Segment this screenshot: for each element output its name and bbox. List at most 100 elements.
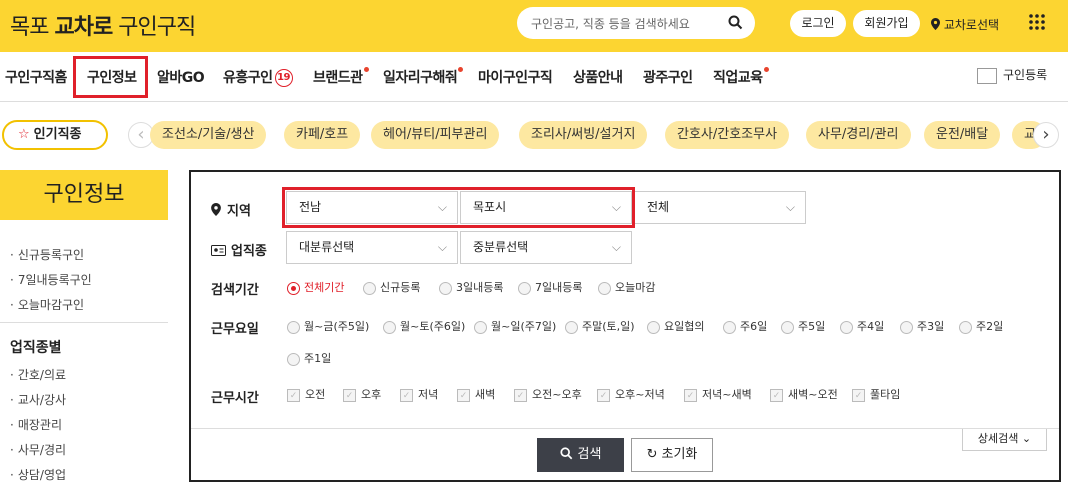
- nav-alba-go[interactable]: 알바GO: [157, 67, 205, 87]
- workday-radio[interactable]: 주5일: [781, 318, 825, 334]
- chip-job[interactable]: 헤어/뷰티/피부관리: [371, 121, 500, 149]
- workday-radio[interactable]: 월~금(주5일): [287, 318, 369, 334]
- period-option: 오늘마감: [615, 281, 656, 294]
- id-card-icon: [211, 245, 226, 256]
- checkbox-icon: ✓: [684, 388, 697, 402]
- nav-find-job[interactable]: 일자리구해줘: [383, 67, 464, 87]
- logo-prefix: 목포: [10, 15, 49, 40]
- sidebar-category[interactable]: 상담/영업: [10, 466, 66, 483]
- worktime-option: 오전: [305, 388, 326, 401]
- workday-option: 월~일(주7일): [491, 320, 557, 333]
- district-value: 전체: [647, 200, 670, 214]
- period-radio[interactable]: 7일내등록: [518, 279, 582, 295]
- detail-search-label: 상세검색: [977, 432, 1019, 445]
- radio-icon: [518, 281, 531, 295]
- top-header: 목포 교차로 구인구직 구인공고, 직종 등을 검색하세요 로그인 회원가입 교…: [0, 0, 1068, 52]
- sidebar-category[interactable]: 매장관리: [10, 416, 62, 433]
- period-radio-all[interactable]: 전체기간: [287, 279, 344, 295]
- workday-label: 근무요일: [211, 322, 259, 337]
- sidebar-item[interactable]: 7일내등록구인: [10, 271, 92, 288]
- chip-job[interactable]: 운전/배달: [924, 121, 1001, 149]
- chevron-down-icon: ⌵: [437, 240, 447, 254]
- workday-radio[interactable]: 주말(토,일): [565, 318, 635, 334]
- site-logo[interactable]: 목포 교차로 구인구직: [10, 9, 196, 41]
- chip-job[interactable]: 카페/호프: [284, 121, 361, 149]
- chip-job[interactable]: 조선소/기술/생산: [150, 121, 267, 149]
- workday-option: 월~토(주6일): [400, 320, 466, 333]
- worktime-checkbox[interactable]: ✓ 오전~오후: [514, 386, 582, 402]
- radio-icon: [959, 320, 972, 334]
- period-radio[interactable]: 오늘마감: [598, 279, 655, 295]
- radio-icon: [287, 352, 300, 366]
- checkbox-icon: ✓: [400, 388, 413, 402]
- nav-entertainment[interactable]: 유흥구인 19: [223, 67, 293, 87]
- region-highlight: [282, 187, 635, 228]
- chip-job[interactable]: 조리사/써빙/설거지: [519, 121, 648, 149]
- worktime-checkbox[interactable]: ✓ 새벽: [457, 386, 495, 402]
- nav-products[interactable]: 상품안내: [573, 67, 623, 87]
- major-category-select[interactable]: 대분류선택 ⌵: [286, 231, 458, 264]
- location-selector[interactable]: 교차로선택: [931, 16, 999, 33]
- signup-button[interactable]: 회원가입: [853, 10, 920, 37]
- worktime-option: 새벽: [475, 388, 496, 401]
- worktime-checkbox[interactable]: ✓ 오전: [287, 386, 325, 402]
- worktime-checkbox[interactable]: ✓ 저녁~새벽: [684, 386, 752, 402]
- worktime-checkbox[interactable]: ✓ 오후: [343, 386, 381, 402]
- search-input[interactable]: 구인공고, 직종 등을 검색하세요: [531, 15, 690, 32]
- chips-next-button[interactable]: ›: [1033, 122, 1059, 148]
- minor-category-select[interactable]: 중분류선택 ⌵: [460, 231, 632, 264]
- search-icon[interactable]: [728, 15, 743, 30]
- search-button-label: 검색: [577, 447, 602, 462]
- search-icon: [559, 447, 572, 460]
- search-box[interactable]: 구인공고, 직종 등을 검색하세요: [517, 7, 755, 39]
- workday-radio[interactable]: 요일협의: [647, 318, 704, 334]
- worktime-checkbox[interactable]: ✓ 오후~저녁: [597, 386, 665, 402]
- menu-grid-icon[interactable]: [1028, 13, 1046, 31]
- chip-job[interactable]: 간호사/간호조무사: [665, 121, 790, 149]
- worktime-checkbox[interactable]: ✓ 저녁: [400, 386, 438, 402]
- sidebar-item[interactable]: 신규등록구인: [10, 246, 84, 263]
- nav-home[interactable]: 구인구직홈: [5, 67, 67, 87]
- checkbox-icon: ✓: [343, 388, 356, 402]
- period-option: 7일내등록: [535, 281, 583, 294]
- logo-suffix: 구인구직: [118, 15, 196, 40]
- register-job-button[interactable]: 구인등록: [977, 66, 1047, 84]
- workday-radio[interactable]: 주4일: [840, 318, 884, 334]
- radio-icon: [363, 281, 376, 295]
- panel-divider: [191, 428, 1059, 429]
- sidebar-category[interactable]: 간호/의료: [10, 366, 66, 383]
- nav-education[interactable]: 직업교육: [713, 67, 769, 87]
- reset-button-label: 초기화: [661, 447, 698, 462]
- detail-search-toggle[interactable]: 상세검색 ⌄: [962, 429, 1047, 451]
- worktime-checkbox[interactable]: ✓ 새벽~오전: [770, 386, 838, 402]
- worktime-option: 오후~저녁: [615, 388, 665, 401]
- sidebar-category[interactable]: 교사/강사: [10, 391, 66, 408]
- period-option: 전체기간: [304, 281, 345, 294]
- district-select[interactable]: 전체 ⌵: [634, 191, 806, 224]
- period-radio[interactable]: 신규등록: [363, 279, 420, 295]
- sidebar-category[interactable]: 사무/경리: [10, 441, 66, 458]
- worktime-checkbox[interactable]: ✓ 풀타임: [852, 386, 900, 402]
- new-dot-icon: [363, 67, 369, 72]
- workday-radio[interactable]: 주3일: [900, 318, 944, 334]
- search-button[interactable]: 검색: [537, 438, 624, 472]
- checkbox-icon: ✓: [287, 388, 300, 402]
- workday-radio[interactable]: 주1일: [287, 350, 331, 366]
- major-category-value: 대분류선택: [299, 240, 355, 254]
- period-radio[interactable]: 3일내등록: [439, 279, 503, 295]
- workday-radio[interactable]: 월~일(주7일): [474, 318, 556, 334]
- sidebar-item[interactable]: 오늘마감구인: [10, 296, 84, 313]
- reset-button[interactable]: ↻ 초기화: [631, 438, 713, 472]
- workday-option: 주4일: [857, 320, 885, 333]
- workday-radio[interactable]: 월~토(주6일): [383, 318, 465, 334]
- nav-my[interactable]: 마이구인구직: [478, 67, 553, 87]
- workday-radio[interactable]: 주6일: [723, 318, 767, 334]
- workday-radio[interactable]: 주2일: [959, 318, 1003, 334]
- nav-brand[interactable]: 브랜드관: [313, 67, 369, 87]
- login-button[interactable]: 로그인: [790, 10, 846, 37]
- nav-gwangju[interactable]: 광주구인: [643, 67, 693, 87]
- worktime-option: 풀타임: [870, 388, 901, 401]
- radio-icon: [647, 320, 660, 334]
- adult-19-badge: 19: [274, 69, 293, 87]
- chip-job[interactable]: 사무/경리/관리: [806, 121, 911, 149]
